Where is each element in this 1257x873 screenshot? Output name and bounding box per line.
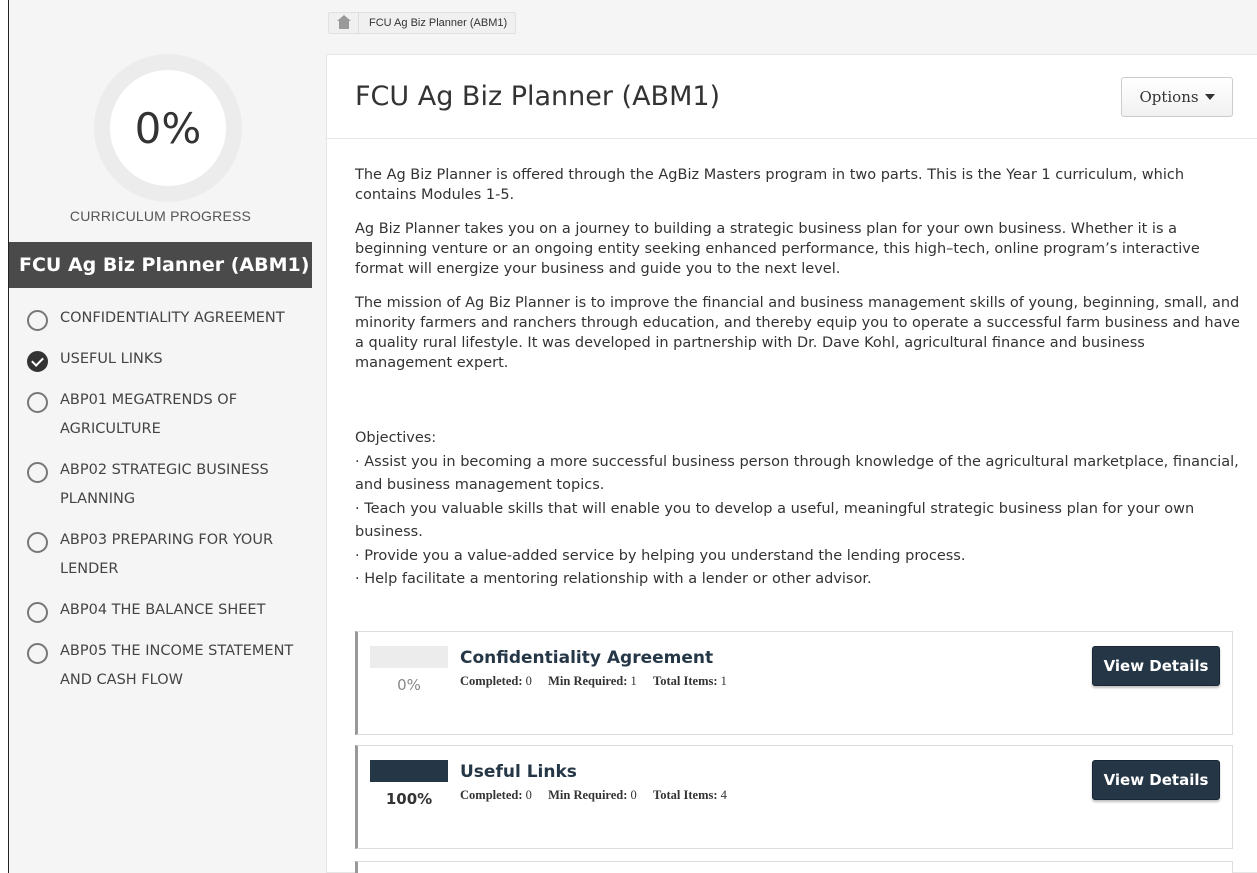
options-button-label: Options bbox=[1139, 88, 1199, 106]
incomplete-circle-icon bbox=[27, 462, 48, 483]
curriculum-description: The Ag Biz Planner is offered through th… bbox=[355, 165, 1245, 387]
curriculum-progress-label: CURRICULUM PROGRESS bbox=[69, 208, 252, 224]
total-items-value: 4 bbox=[720, 788, 727, 802]
module-stats: Completed: 0 Min Required: 1 Total Items… bbox=[460, 674, 727, 689]
sidebar-item-label: ABP02 STRATEGIC BUSINESS PLANNING bbox=[60, 462, 269, 507]
curriculum-progress-value: 0% bbox=[110, 70, 226, 186]
sidebar-item-abp02[interactable]: ABP02 STRATEGIC BUSINESS PLANNING bbox=[9, 444, 312, 514]
sidebar-module-list: CONFIDENTIALITY AGREEMENT USEFUL LINKS A… bbox=[9, 292, 312, 695]
sidebar-item-label: ABP03 PREPARING FOR YOUR LENDER bbox=[60, 532, 274, 577]
options-dropdown-button[interactable]: Options bbox=[1121, 77, 1233, 117]
module-card-partial bbox=[355, 861, 1233, 873]
module-progress-bar bbox=[370, 646, 448, 668]
curriculum-progress-ring: 0% bbox=[94, 54, 242, 202]
description-paragraph: The mission of Ag Biz Planner is to impr… bbox=[355, 295, 1240, 371]
incomplete-circle-icon bbox=[27, 532, 48, 553]
breadcrumb: FCU Ag Biz Planner (ABM1) bbox=[328, 12, 517, 34]
sidebar-item-label: USEFUL LINKS bbox=[60, 351, 163, 367]
min-required-label: Min Required: bbox=[548, 788, 628, 802]
completed-label: Completed: bbox=[460, 674, 523, 688]
module-title: Confidentiality Agreement bbox=[460, 648, 714, 668]
sidebar-item-abp01[interactable]: ABP01 MEGATRENDS OF AGRICULTURE bbox=[9, 374, 312, 444]
page-title: FCU Ag Biz Planner (ABM1) bbox=[355, 81, 721, 112]
home-icon[interactable] bbox=[329, 13, 359, 33]
sidebar-item-label: ABP05 THE INCOME STATEMENT AND CASH FLOW bbox=[60, 643, 294, 688]
total-items-label: Total Items: bbox=[653, 674, 718, 688]
module-progress-percent: 0% bbox=[397, 676, 421, 694]
sidebar-item-confidentiality-agreement[interactable]: CONFIDENTIALITY AGREEMENT bbox=[9, 292, 312, 333]
top-bar: FCU Ag Biz Planner (ABM1) bbox=[312, 0, 1257, 40]
sidebar-item-label: CONFIDENTIALITY AGREEMENT bbox=[60, 310, 285, 326]
min-required-label: Min Required: bbox=[548, 674, 628, 688]
objectives-heading: Objectives: bbox=[355, 430, 437, 446]
incomplete-circle-icon bbox=[27, 602, 48, 623]
description-paragraph: The Ag Biz Planner is offered through th… bbox=[355, 167, 1185, 203]
incomplete-circle-icon bbox=[27, 643, 48, 664]
sidebar-item-useful-links[interactable]: USEFUL LINKS bbox=[9, 333, 312, 374]
completed-value: 0 bbox=[525, 674, 532, 688]
sidebar: 0% CURRICULUM PROGRESS FCU Ag Biz Planne… bbox=[9, 0, 312, 873]
sidebar-item-abp05[interactable]: ABP05 THE INCOME STATEMENT AND CASH FLOW bbox=[9, 625, 312, 695]
min-required-value: 1 bbox=[630, 674, 637, 688]
sidebar-item-abp04[interactable]: ABP04 THE BALANCE SHEET bbox=[9, 584, 312, 625]
sidebar-item-label: ABP01 MEGATRENDS OF AGRICULTURE bbox=[60, 392, 238, 437]
incomplete-circle-icon bbox=[27, 310, 48, 331]
main-content-card: FCU Ag Biz Planner (ABM1) Options The Ag… bbox=[326, 54, 1257, 873]
sidebar-item-label: ABP04 THE BALANCE SHEET bbox=[60, 602, 266, 618]
module-title: Useful Links bbox=[460, 762, 577, 782]
completed-value: 0 bbox=[525, 788, 532, 802]
total-items-value: 1 bbox=[720, 674, 727, 688]
objective-item: · Assist you in becoming a more successf… bbox=[355, 453, 1239, 494]
total-items-label: Total Items: bbox=[653, 788, 718, 802]
module-card-confidentiality-agreement: 0% Confidentiality Agreement Completed: … bbox=[355, 631, 1233, 735]
completed-label: Completed: bbox=[460, 788, 523, 802]
module-progress-percent: 100% bbox=[385, 790, 433, 808]
check-circle-icon bbox=[27, 351, 48, 372]
objectives-section: Objectives: · Assist you in becoming a m… bbox=[355, 427, 1245, 592]
sidebar-item-abp03[interactable]: ABP03 PREPARING FOR YOUR LENDER bbox=[9, 514, 312, 584]
description-paragraph: Ag Biz Planner takes you on a journey to… bbox=[355, 221, 1200, 277]
objective-item: · Provide you a value-added service by h… bbox=[355, 547, 966, 564]
caret-down-icon bbox=[1204, 94, 1215, 100]
incomplete-circle-icon bbox=[27, 392, 48, 413]
module-stats: Completed: 0 Min Required: 0 Total Items… bbox=[460, 788, 727, 803]
main-header: FCU Ag Biz Planner (ABM1) Options bbox=[327, 55, 1257, 139]
module-card-useful-links: 100% Useful Links Completed: 0 Min Requi… bbox=[355, 745, 1233, 849]
breadcrumb-current[interactable]: FCU Ag Biz Planner (ABM1) bbox=[359, 17, 515, 29]
sidebar-title: FCU Ag Biz Planner (ABM1) bbox=[9, 242, 312, 288]
view-details-button[interactable]: View Details bbox=[1092, 760, 1220, 800]
min-required-value: 0 bbox=[630, 788, 637, 802]
objective-item: · Teach you valuable skills that will en… bbox=[355, 500, 1195, 541]
module-progress-bar bbox=[370, 760, 448, 782]
view-details-button[interactable]: View Details bbox=[1092, 646, 1220, 686]
objective-item: · Help facilitate a mentoring relationsh… bbox=[355, 571, 872, 587]
